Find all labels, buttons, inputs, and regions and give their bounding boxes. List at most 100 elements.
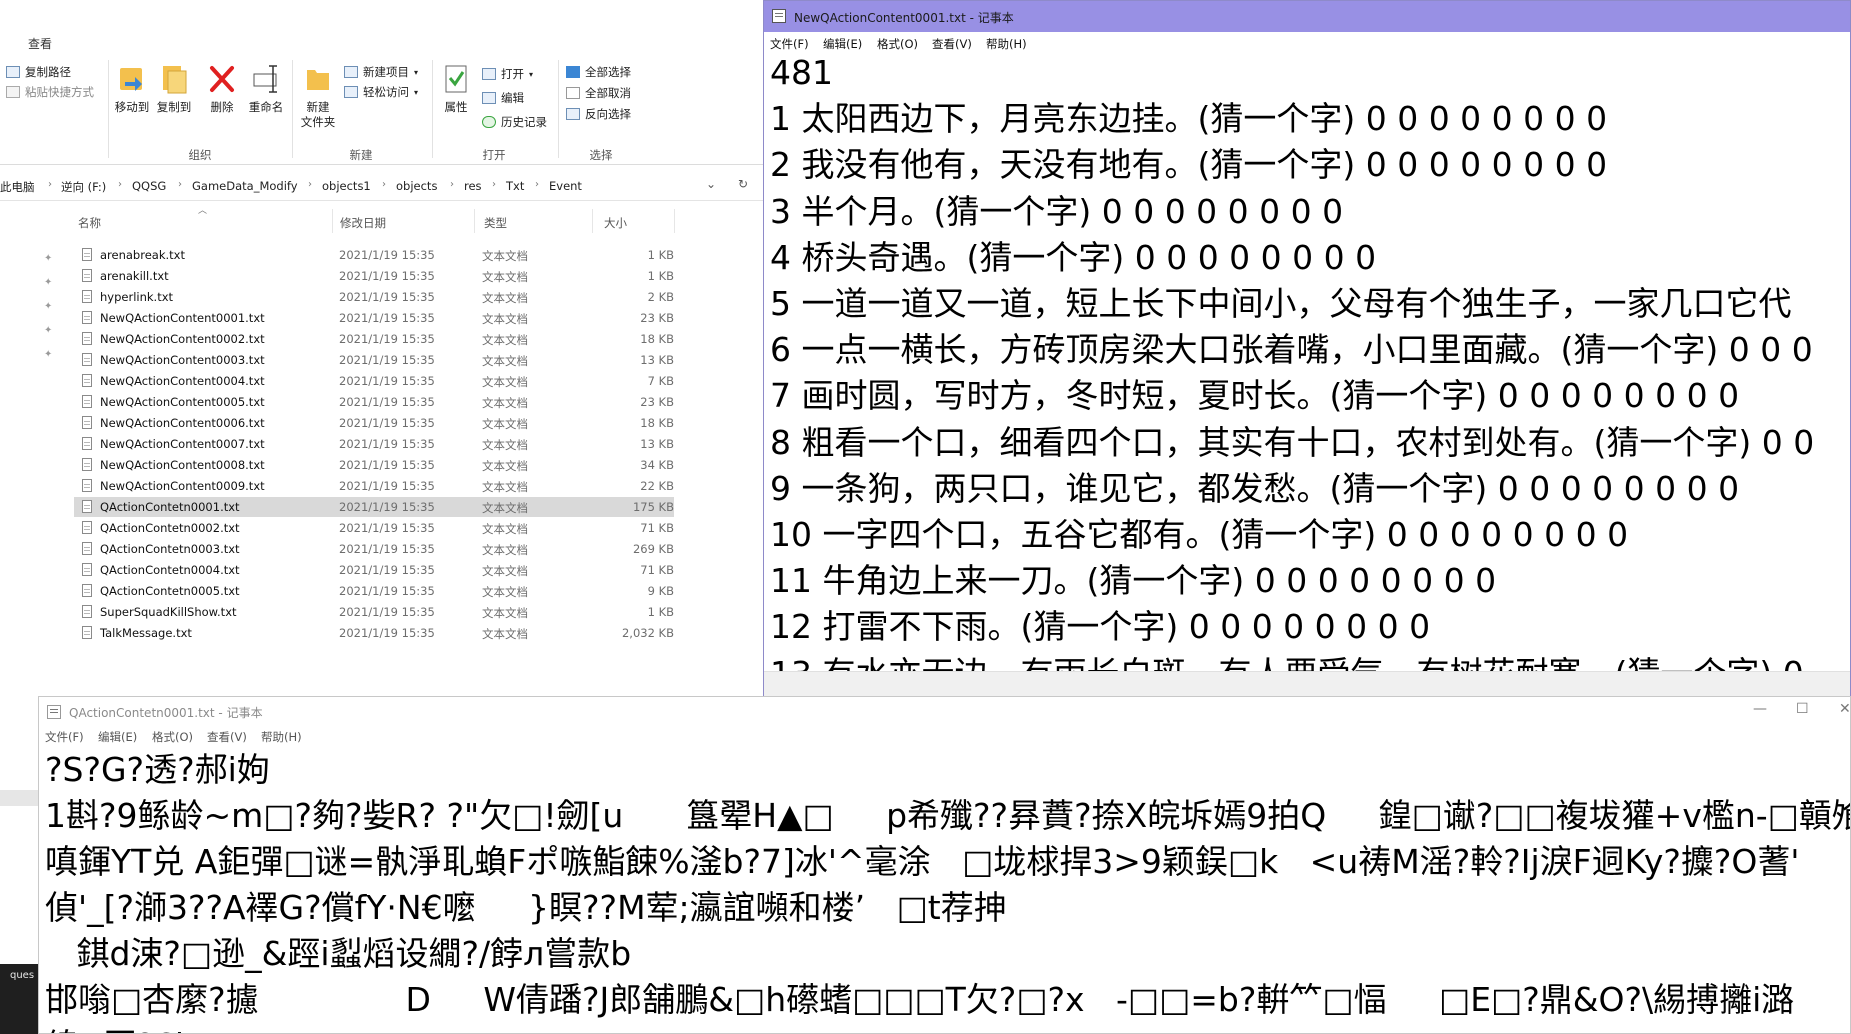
file-row[interactable]: QActionContetn0004.txt 2021/1/19 15:35 文本文… bbox=[74, 560, 674, 580]
breadcrumb-item[interactable]: objects1 bbox=[322, 179, 371, 193]
title-bar[interactable]: QActionContetn0001.txt - 记事本 — ☐ ✕ bbox=[39, 697, 1850, 725]
open-button[interactable]: 打开 ▾ bbox=[482, 66, 533, 82]
chevron-down-icon: ▾ bbox=[414, 87, 419, 97]
menu-help[interactable]: 帮助(H) bbox=[261, 729, 302, 745]
breadcrumb-item[interactable]: Event bbox=[549, 179, 582, 193]
minimize-button[interactable]: — bbox=[1753, 701, 1767, 717]
text-file-icon bbox=[82, 605, 92, 618]
taskbar-item[interactable]: ques bbox=[0, 964, 38, 1034]
file-row[interactable]: NewQActionContent0007.txt 2021/1/19 15:35… bbox=[74, 434, 674, 454]
column-header-size[interactable]: 大小 bbox=[604, 215, 627, 231]
file-row[interactable]: NewQActionContent0001.txt 2021/1/19 15:35… bbox=[74, 308, 674, 328]
file-row[interactable]: NewQActionContent0008.txt 2021/1/19 15:35… bbox=[74, 455, 674, 475]
copy-path-label: 复制路径 bbox=[25, 65, 71, 79]
column-separator[interactable] bbox=[332, 209, 333, 233]
breadcrumb-item[interactable]: 逆向 (F:) bbox=[61, 179, 106, 195]
easy-access-label: 轻松访问 bbox=[363, 85, 409, 99]
menu-format[interactable]: 格式(O) bbox=[152, 729, 193, 745]
file-type: 文本文档 bbox=[482, 585, 528, 599]
tab-view[interactable]: 查看 bbox=[28, 35, 52, 52]
delete-button[interactable]: 删除 bbox=[200, 62, 244, 115]
file-row[interactable]: QActionContetn0001.txt 2021/1/19 15:35 文本文… bbox=[74, 497, 674, 517]
file-type: 文本文档 bbox=[482, 291, 528, 305]
select-none-button[interactable]: 全部取消 bbox=[566, 85, 631, 101]
select-all-icon bbox=[566, 66, 580, 78]
text-editor[interactable]: ?S?G?透?郝i姁 1斟?9鲧龄~m□?夠?姕R? ?"欠□!劒[u 簋翚H▲□… bbox=[39, 747, 1850, 1033]
move-to-button[interactable]: 移动到 bbox=[110, 62, 154, 115]
rename-button[interactable]: 重命名 bbox=[244, 62, 288, 115]
text-line: 7 画时圆，写时方，冬时短，夏时长。(猜一个字) 0 0 0 0 0 0 0 0 bbox=[770, 376, 1740, 416]
move-to-icon bbox=[117, 62, 147, 96]
column-header-type[interactable]: 类型 bbox=[484, 215, 507, 231]
column-header-name[interactable]: 名称 bbox=[78, 215, 101, 231]
file-type: 文本文档 bbox=[482, 438, 528, 452]
new-folder-button[interactable]: 新建 文件夹 bbox=[296, 62, 340, 130]
file-row[interactable]: NewQActionContent0003.txt 2021/1/19 15:35… bbox=[74, 350, 674, 370]
file-row[interactable]: QActionContetn0002.txt 2021/1/19 15:35 文本文… bbox=[74, 518, 674, 538]
file-date: 2021/1/19 15:35 bbox=[339, 605, 435, 619]
file-row[interactable]: NewQActionContent0005.txt 2021/1/19 15:35… bbox=[74, 392, 674, 412]
column-header-date[interactable]: 修改日期 bbox=[340, 215, 386, 231]
file-type: 文本文档 bbox=[482, 417, 528, 431]
edit-button[interactable]: 编辑 bbox=[482, 90, 524, 106]
refresh-icon[interactable]: ↻ bbox=[738, 177, 748, 191]
address-bar[interactable]: 此电脑 › 逆向 (F:) › QQSG › GameData_Modify ›… bbox=[0, 172, 770, 201]
file-name: NewQActionContent0006.txt bbox=[100, 416, 265, 430]
file-row[interactable]: hyperlink.txt 2021/1/19 15:35 文本文档 2 KB bbox=[74, 287, 674, 307]
menu-edit[interactable]: 编辑(E) bbox=[823, 36, 862, 52]
close-button[interactable]: ✕ bbox=[1839, 701, 1850, 717]
column-separator[interactable] bbox=[674, 209, 675, 233]
file-name: arenabreak.txt bbox=[100, 248, 185, 262]
text-line: 10 一字四个口，五谷它都有。(猜一个字) 0 0 0 0 0 0 0 0 bbox=[770, 515, 1629, 554]
file-row[interactable]: QActionContetn0005.txt 2021/1/19 15:35 文本文… bbox=[74, 581, 674, 601]
ribbon-separator bbox=[108, 60, 109, 158]
file-row[interactable]: NewQActionContent0002.txt 2021/1/19 15:35… bbox=[74, 329, 674, 349]
title-bar[interactable]: NewQActionContent0001.txt - 记事本 bbox=[764, 1, 1850, 32]
copy-to-button[interactable]: 复制到 bbox=[152, 62, 196, 115]
pin-icon: ✦ bbox=[44, 301, 53, 312]
history-button[interactable]: 历史记录 bbox=[482, 114, 547, 130]
file-row[interactable]: SuperSquadKillShow.txt 2021/1/19 15:35 文本文… bbox=[74, 602, 674, 622]
breadcrumb-item[interactable]: objects bbox=[396, 179, 437, 193]
file-row[interactable]: arenakill.txt 2021/1/19 15:35 文本文档 1 KB bbox=[74, 266, 674, 286]
breadcrumb-item[interactable]: GameData_Modify bbox=[192, 179, 298, 193]
menu-edit[interactable]: 编辑(E) bbox=[98, 729, 137, 745]
file-size: 71 KB bbox=[640, 563, 674, 577]
new-group-label: 新建 bbox=[349, 148, 373, 162]
file-row[interactable]: arenabreak.txt 2021/1/19 15:35 文本文档 1 KB bbox=[74, 245, 674, 265]
file-row[interactable]: NewQActionContent0006.txt 2021/1/19 15:35… bbox=[74, 413, 674, 433]
breadcrumb-item[interactable]: QQSG bbox=[132, 179, 166, 193]
menu-file[interactable]: 文件(F) bbox=[45, 729, 84, 745]
file-row[interactable]: NewQActionContent0004.txt 2021/1/19 15:35… bbox=[74, 371, 674, 391]
easy-access-button[interactable]: 轻松访问 ▾ bbox=[344, 84, 418, 100]
menu-format[interactable]: 格式(O) bbox=[877, 36, 918, 52]
copy-path-button[interactable]: 复制路径 bbox=[6, 64, 71, 80]
open-group-label: 打开 bbox=[482, 148, 506, 162]
file-size: 2,032 KB bbox=[621, 626, 674, 640]
menu-file[interactable]: 文件(F) bbox=[770, 36, 809, 52]
chevron-down-icon[interactable]: ⌄ bbox=[706, 177, 716, 191]
file-type: 文本文档 bbox=[482, 375, 528, 389]
breadcrumb-item[interactable]: res bbox=[464, 179, 482, 193]
horizontal-scrollbar[interactable] bbox=[764, 671, 1850, 696]
paste-shortcut-button[interactable]: 粘贴快捷方式 bbox=[6, 84, 94, 100]
file-row[interactable]: NewQActionContent0009.txt 2021/1/19 15:35… bbox=[74, 476, 674, 496]
text-editor[interactable]: 481 1 太阳西边下，月亮东边挂。(猜一个字) 0 0 0 0 0 0 0 0 2… bbox=[764, 53, 1850, 672]
window-title: NewQActionContent0001.txt - 记事本 bbox=[794, 11, 1014, 25]
file-date: 2021/1/19 15:35 bbox=[339, 626, 435, 640]
column-separator[interactable] bbox=[592, 209, 593, 233]
column-separator[interactable] bbox=[474, 209, 475, 233]
breadcrumb-item[interactable]: Txt bbox=[506, 179, 524, 193]
breadcrumb-item[interactable]: 此电脑 bbox=[0, 179, 35, 195]
invert-selection-button[interactable]: 反向选择 bbox=[566, 106, 631, 122]
file-row[interactable]: TalkMessage.txt 2021/1/19 15:35 文本文档 2,032 … bbox=[74, 623, 674, 643]
select-all-button[interactable]: 全部选择 bbox=[566, 64, 631, 80]
file-size: 18 KB bbox=[640, 416, 674, 430]
new-item-button[interactable]: 新建项目 ▾ bbox=[344, 64, 418, 80]
properties-button[interactable]: 属性 bbox=[434, 62, 478, 115]
menu-view[interactable]: 查看(V) bbox=[932, 36, 972, 52]
menu-help[interactable]: 帮助(H) bbox=[986, 36, 1027, 52]
menu-view[interactable]: 查看(V) bbox=[207, 729, 247, 745]
maximize-button[interactable]: ☐ bbox=[1796, 701, 1809, 717]
file-row[interactable]: QActionContetn0003.txt 2021/1/19 15:35 文本文… bbox=[74, 539, 674, 559]
